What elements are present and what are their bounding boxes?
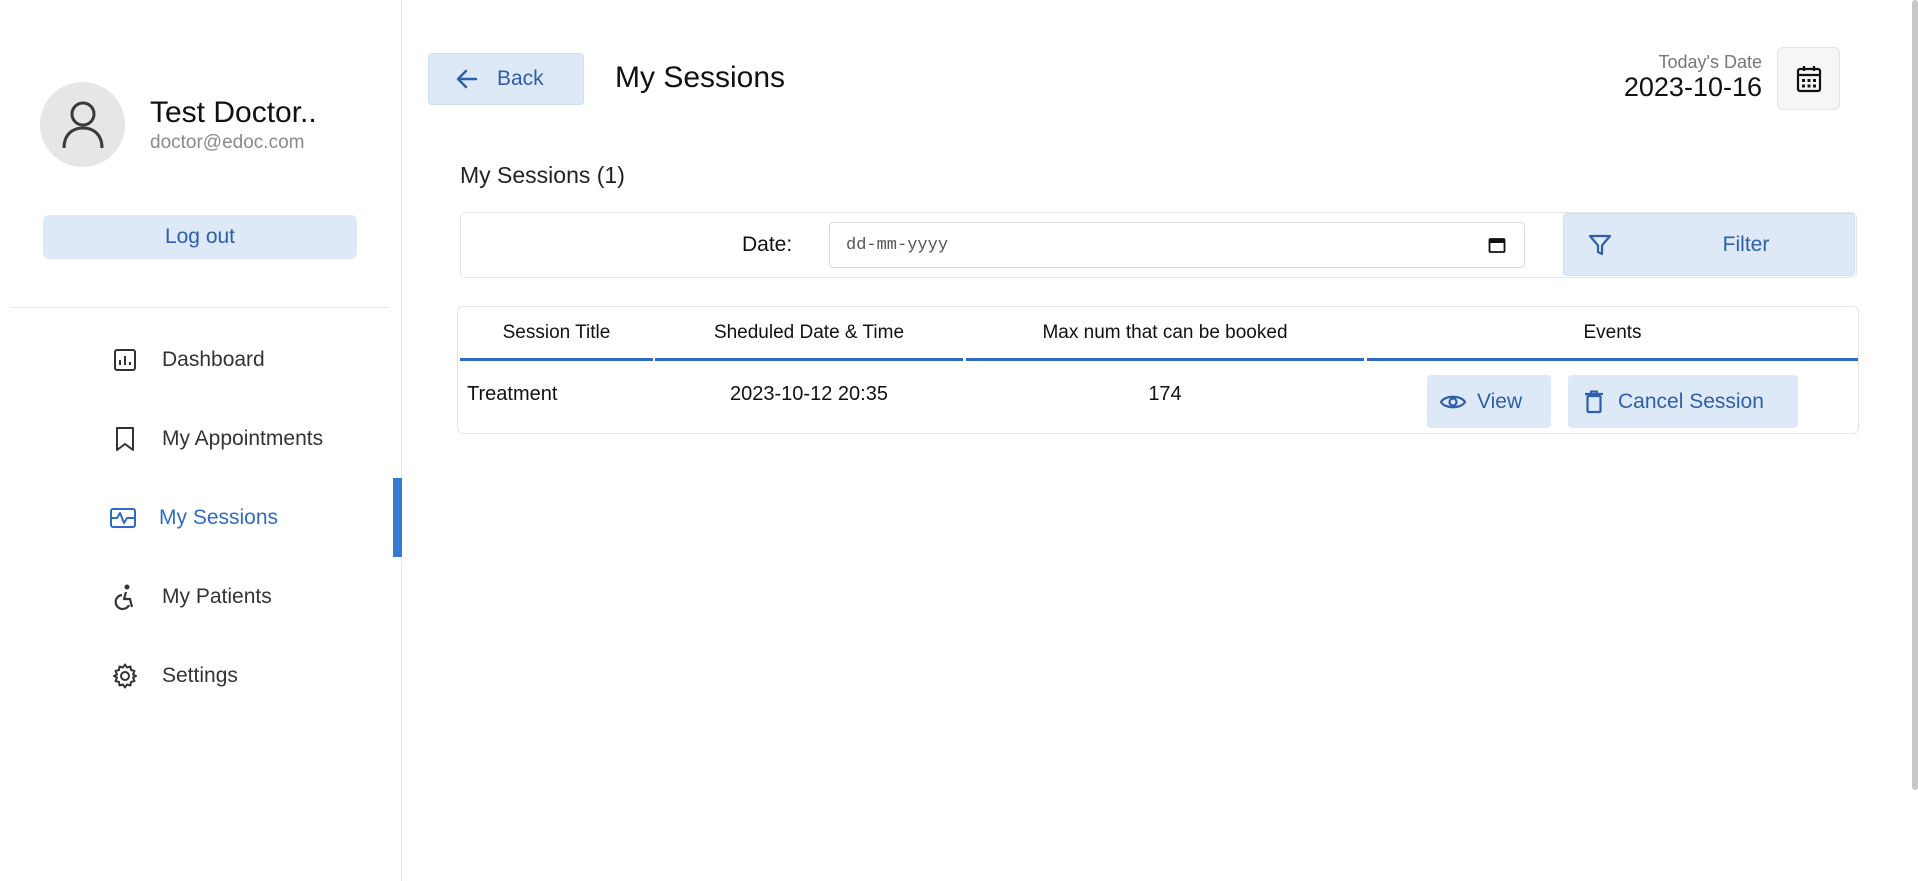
column-header: Max num that can be booked: [966, 307, 1364, 361]
sidebar-item-dashboard[interactable]: Dashboard: [0, 320, 402, 399]
accessible-icon: [110, 582, 140, 612]
column-header: Session Title: [460, 307, 653, 361]
filter-icon: [1588, 234, 1612, 256]
sidebar-item-sessions[interactable]: My Sessions: [0, 478, 402, 557]
chart-icon: [110, 345, 140, 375]
sessions-table: Session Title Sheduled Date & Time Max n…: [457, 306, 1859, 434]
date-input[interactable]: dd-mm-yyyy: [829, 222, 1525, 268]
logout-button[interactable]: Log out: [43, 215, 357, 259]
sidebar-item-label: Settings: [162, 663, 238, 687]
user-icon: [62, 101, 103, 148]
arrow-left-icon: [455, 66, 481, 92]
cancel-session-button[interactable]: Cancel Session: [1568, 375, 1798, 428]
back-label: Back: [497, 67, 544, 90]
sidebar: Test Doctor.. doctor@edoc.com Log out Da…: [0, 0, 402, 881]
sidebar-item-appointments[interactable]: My Appointments: [0, 399, 402, 478]
profile-name: Test Doctor..: [150, 95, 317, 129]
sidebar-item-label: My Sessions: [159, 505, 279, 529]
view-button[interactable]: View: [1427, 375, 1551, 428]
sidebar-item-label: Dashboard: [162, 347, 265, 371]
session-datetime-cell: 2023-10-12 20:35: [730, 382, 888, 405]
avatar: [40, 82, 125, 167]
session-title-cell: Treatment: [467, 382, 558, 405]
calendar-icon: [1796, 65, 1821, 92]
view-label: View: [1477, 389, 1523, 413]
filter-label: Filter: [1722, 232, 1770, 256]
calendar-picker-icon[interactable]: [1488, 236, 1506, 254]
today-label: Today's Date: [1658, 52, 1763, 72]
back-button[interactable]: Back: [428, 53, 584, 105]
cancel-session-label: Cancel Session: [1618, 389, 1764, 413]
profile-email: doctor@edoc.com: [150, 131, 305, 153]
gear-icon: [110, 661, 140, 691]
sidebar-item-label: My Patients: [162, 584, 272, 608]
sidebar-item-patients[interactable]: My Patients: [0, 557, 402, 636]
page-title: My Sessions: [615, 61, 786, 94]
sessions-icon: [108, 503, 138, 533]
column-header: Events: [1367, 307, 1858, 361]
sidebar-item-label: My Appointments: [162, 426, 324, 450]
date-label: Date:: [742, 233, 793, 256]
section-title: My Sessions (1): [460, 162, 625, 188]
active-indicator: [393, 478, 402, 557]
date-placeholder: dd-mm-yyyy: [846, 235, 949, 255]
filter-button[interactable]: Filter: [1563, 213, 1855, 276]
today-date: 2023-10-16: [1623, 72, 1762, 102]
column-header: Sheduled Date & Time: [655, 307, 963, 361]
bookmark-icon: [110, 424, 140, 454]
calendar-button[interactable]: [1777, 47, 1840, 110]
profile-card: Test Doctor.. doctor@edoc.com: [40, 82, 317, 167]
sidebar-divider: [12, 307, 389, 308]
session-max-cell: 174: [1148, 382, 1182, 405]
trash-icon: [1580, 388, 1608, 416]
eye-icon: [1439, 388, 1467, 416]
scrollbar[interactable]: [1912, 0, 1918, 790]
sidebar-item-settings[interactable]: Settings: [0, 636, 402, 715]
